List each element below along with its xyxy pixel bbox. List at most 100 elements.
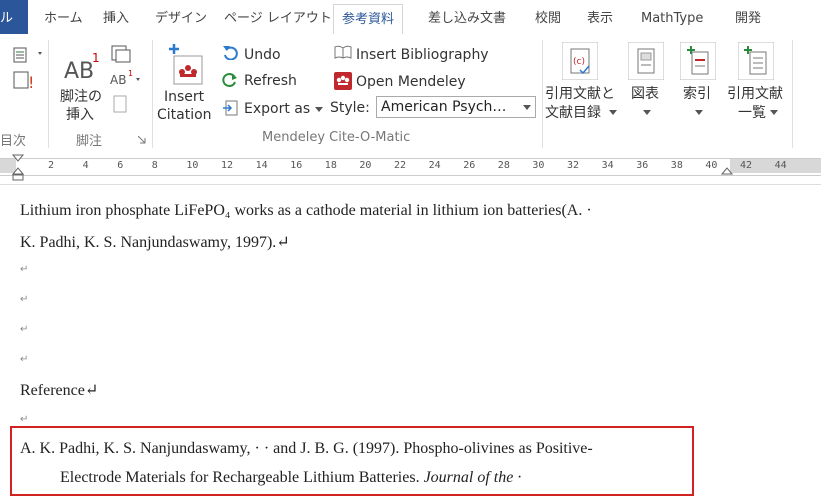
body-text-line-1[interactable]: Lithium iron phosphate LiFePO₄ works as … — [20, 202, 592, 220]
tab-references[interactable]: 参考資料 — [333, 4, 404, 35]
ruler-tick-label: 2 — [48, 160, 55, 171]
tab-mathtype[interactable]: MathType — [641, 10, 703, 28]
group-separator — [792, 40, 793, 148]
ribbon-tab-bar: ル ホーム 挿入 デザイン ページ レイアウト 参考資料 差し込み文書 校閲 表… — [0, 0, 821, 35]
tab-file-label: ル — [0, 11, 14, 26]
tab-page-layout[interactable]: ページ レイアウト — [224, 10, 332, 28]
ruler-tick-label: 30 — [532, 160, 545, 171]
chevron-down-icon[interactable] — [770, 110, 778, 116]
ruler-tick-label: 22 — [394, 160, 407, 171]
ruler-tick-label: 44 — [774, 160, 787, 171]
tab-mailings[interactable]: 差し込み文書 — [428, 10, 506, 28]
mendeley-group-label: Mendeley Cite-O-Matic — [262, 130, 411, 145]
svg-text:AB: AB — [64, 59, 94, 84]
export-as-button[interactable]: Export as — [244, 100, 310, 118]
tab-file[interactable]: ル — [0, 0, 28, 34]
ruler-tick-label: 4 — [82, 160, 89, 171]
citations-bibliography-icon[interactable]: (c) — [562, 42, 598, 80]
table-of-authorities-icon[interactable] — [738, 42, 774, 80]
insert-bibliography-button[interactable]: Insert Bibliography — [356, 46, 489, 64]
insert-citation-icon[interactable] — [168, 42, 206, 86]
toc-group-label: 目次 — [0, 134, 27, 149]
index-icon[interactable] — [680, 42, 716, 80]
reference-entry-journal: Journal of the · — [423, 469, 522, 486]
reference-entry-title: Electrode Materials for Rechargeable Lit… — [60, 469, 424, 486]
footnote-small-icons[interactable]: AB 1 — [108, 44, 144, 124]
chevron-down-icon[interactable] — [695, 110, 703, 116]
export-icon[interactable] — [222, 100, 240, 116]
ruler-tick-label: 40 — [705, 160, 718, 171]
chevron-down-icon[interactable] — [315, 107, 323, 113]
ruler-tick-label: 42 — [740, 160, 753, 171]
group-separator — [48, 40, 49, 148]
svg-text:1: 1 — [92, 51, 100, 65]
svg-text:AB: AB — [110, 73, 126, 87]
indent-marker-icon[interactable] — [12, 154, 24, 182]
ruler-tick-label: 16 — [290, 160, 303, 171]
table-of-authorities-label-2[interactable]: 一覧 — [738, 104, 766, 122]
ruler-tick-label: 36 — [636, 160, 649, 171]
tab-insert[interactable]: 挿入 — [103, 10, 129, 28]
group-separator — [152, 40, 153, 148]
reference-entry-line-1[interactable]: A. K. Padhi, K. S. Nanjundaswamy, · · an… — [20, 440, 593, 458]
ruler-tick-label: 20 — [359, 160, 372, 171]
body-text-line-2[interactable]: K. Padhi, K. S. Nanjundaswamy, 1997).↵ — [20, 232, 290, 252]
ruler-tick-label: 32 — [567, 160, 580, 171]
citation-style-select[interactable]: American Psych… — [376, 96, 536, 118]
chevron-down-icon[interactable] — [643, 110, 651, 116]
reference-heading[interactable]: Reference↵ — [20, 380, 98, 400]
style-label: Style: — [330, 100, 370, 116]
ruler-tick-label: 26 — [463, 160, 476, 171]
citations-label-2[interactable]: 文献目録 — [545, 104, 601, 122]
open-mendeley-button[interactable]: Open Mendeley — [356, 73, 466, 91]
insert-citation-label-1[interactable]: Insert — [164, 88, 204, 106]
tab-developer[interactable]: 開発 — [735, 10, 761, 28]
ruler-tick-label: 8 — [151, 160, 158, 171]
refresh-icon[interactable] — [222, 72, 238, 88]
tab-review[interactable]: 校閲 — [535, 10, 561, 28]
insert-footnote-label-2[interactable]: 挿入 — [66, 106, 94, 124]
insert-citation-label-2[interactable]: Citation — [157, 106, 212, 124]
insert-footnote-icon[interactable]: AB 1 — [62, 50, 102, 84]
ruler-tick-label: 18 — [324, 160, 337, 171]
captions-icon[interactable] — [628, 42, 664, 80]
footnotes-group-label: 脚注 — [76, 134, 103, 149]
captions-label[interactable]: 図表 — [631, 85, 659, 103]
paragraph-mark: ↵ — [20, 294, 29, 305]
undo-button[interactable]: Undo — [244, 46, 281, 64]
group-separator — [542, 40, 543, 148]
ruler-tick-label: 12 — [221, 160, 234, 171]
ribbon-references: ! 目次 AB 1 脚注の 挿入 AB 1 脚注 Insert Citation… — [0, 34, 821, 153]
tab-home[interactable]: ホーム — [44, 10, 83, 28]
citations-label-1[interactable]: 引用文献と — [545, 85, 615, 103]
chevron-down-icon[interactable] — [523, 105, 531, 111]
svg-text:!: ! — [28, 73, 34, 92]
refresh-button[interactable]: Refresh — [244, 72, 297, 90]
ruler-tick-label: 6 — [117, 160, 124, 171]
tab-design[interactable]: デザイン — [155, 10, 207, 28]
chevron-down-icon[interactable] — [609, 110, 617, 116]
paragraph-mark: ↵ — [20, 354, 29, 365]
ruler-tick-label: 38 — [670, 160, 683, 171]
tab-view[interactable]: 表示 — [587, 10, 613, 28]
reference-entry-line-2[interactable]: Electrode Materials for Rechargeable Lit… — [60, 469, 521, 487]
ruler-tick-label: 24 — [428, 160, 441, 171]
ruler-tick-label: 34 — [601, 160, 614, 171]
toc-icon[interactable]: ! — [10, 42, 46, 98]
svg-text:(c): (c) — [573, 57, 585, 67]
undo-icon[interactable] — [222, 44, 238, 60]
ruler-tick-label: 28 — [497, 160, 510, 171]
table-of-authorities-label-1[interactable]: 引用文献 — [727, 85, 783, 103]
dialog-launcher-icon[interactable] — [138, 136, 146, 144]
bibliography-icon[interactable] — [334, 44, 352, 60]
citation-style-value: American Psych… — [381, 99, 507, 115]
right-indent-marker-icon[interactable] — [721, 166, 733, 176]
ruler-tick-label: 14 — [255, 160, 268, 171]
insert-footnote-label-1[interactable]: 脚注の — [60, 88, 102, 106]
paragraph-mark: ↵ — [20, 264, 29, 275]
mendeley-icon[interactable] — [334, 72, 352, 90]
ruler-tick-label: 10 — [186, 160, 199, 171]
svg-text:1: 1 — [128, 69, 133, 78]
horizontal-ruler[interactable]: 2 4 6 8 10 12 14 16 18 20 22 24 26 28 30 32 34 36 38 40 42 44 — [0, 152, 821, 185]
index-label[interactable]: 索引 — [683, 85, 711, 103]
